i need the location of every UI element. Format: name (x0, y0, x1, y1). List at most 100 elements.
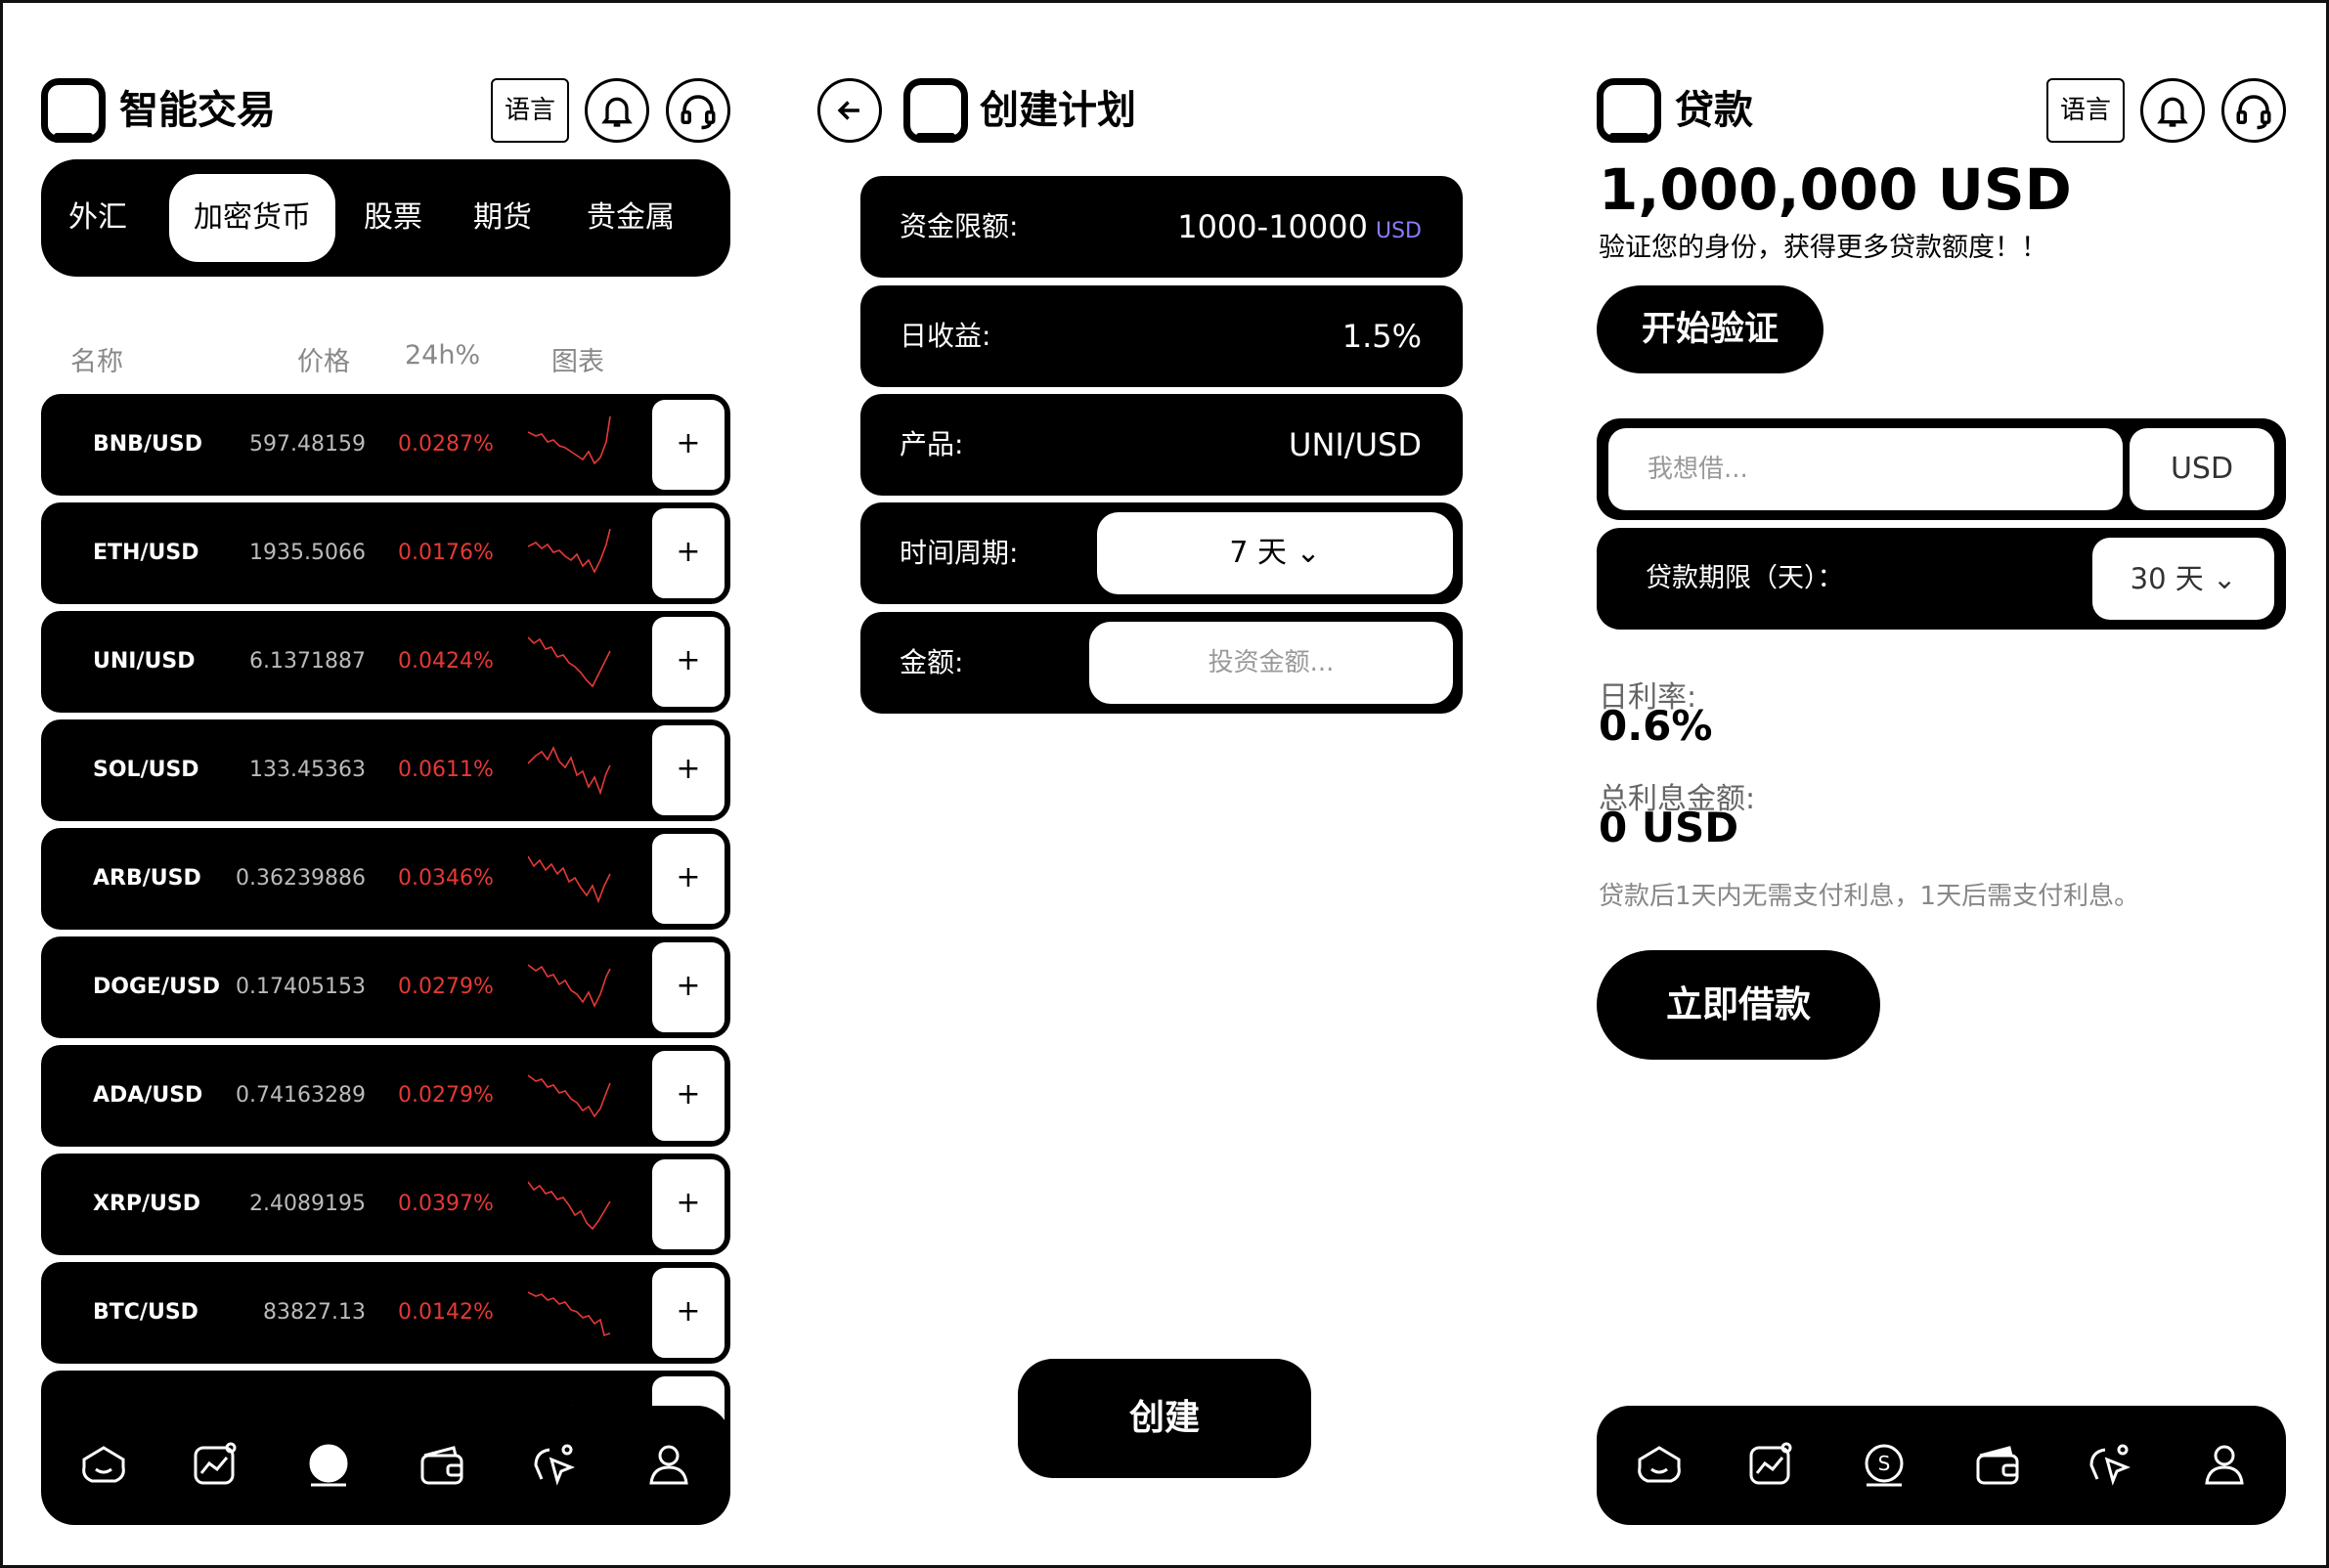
page-title: 贷款 (1675, 88, 1753, 133)
market-row[interactable]: ETH/USD 1935.5066 0.0176% + (41, 502, 730, 604)
period-select[interactable]: 7 天 ⌄ (1097, 512, 1453, 594)
tab-stocks[interactable]: 股票 (354, 174, 432, 262)
row-price: 2.4089195 (249, 1192, 366, 1216)
add-watchlist-button[interactable]: + (649, 722, 727, 818)
fund-limit-field: 资金限额: 1000-10000 USD (860, 176, 1463, 278)
row-change: 0.0279% (398, 1083, 494, 1108)
trading-header: 智能交易 语言 (41, 76, 730, 147)
add-watchlist-button[interactable]: + (649, 614, 727, 710)
market-row[interactable]: DOGE/USD 0.17405153 0.0279% + (41, 936, 730, 1038)
tab-forex[interactable]: 外汇 (59, 174, 137, 262)
create-button[interactable]: 创建 (1018, 1359, 1311, 1478)
headset-icon (681, 95, 716, 130)
row-symbol: ARB/USD (93, 866, 201, 891)
daily-return-label: 日收益: (900, 320, 991, 352)
invest-icon[interactable] (528, 1438, 583, 1493)
sparkline-chart (528, 1291, 611, 1337)
row-change: 0.0142% (398, 1300, 494, 1325)
row-change: 0.0611% (398, 758, 494, 782)
sparkline-chart (528, 1074, 611, 1118)
add-watchlist-button[interactable]: + (649, 1265, 727, 1361)
market-row[interactable]: XRP/USD 2.4089195 0.0397% + (41, 1154, 730, 1255)
row-price: 83827.13 (263, 1300, 366, 1325)
market-row[interactable]: BTC/USD 83827.13 0.0142% + (41, 1262, 730, 1364)
borrow-now-button[interactable]: 立即借款 (1597, 950, 1880, 1060)
app-logo (903, 78, 968, 143)
language-button[interactable]: 语言 (2046, 78, 2125, 143)
add-watchlist-button[interactable]: + (649, 831, 727, 927)
app-logo (1597, 78, 1661, 143)
row-change: 0.0346% (398, 866, 494, 891)
loan-term-select[interactable]: 30 天 ⌄ (2092, 538, 2274, 620)
svg-text:S: S (323, 1452, 335, 1475)
wallet-icon[interactable] (415, 1438, 469, 1493)
bell-icon (2157, 97, 2188, 127)
back-button[interactable] (817, 78, 882, 143)
loan-term-group: 贷款期限（天）： 30 天 ⌄ (1597, 528, 2286, 630)
add-watchlist-button[interactable]: + (649, 939, 727, 1035)
row-symbol: ADA/USD (93, 1083, 203, 1108)
sparkline-chart (528, 964, 611, 1008)
support-button[interactable] (2221, 78, 2286, 143)
bell-icon (601, 97, 633, 127)
market-row[interactable]: SOL/USD 133.45363 0.0611% + (41, 719, 730, 821)
amount-field: 金额: 投资金额... (860, 612, 1463, 714)
add-watchlist-button[interactable]: + (649, 397, 727, 493)
row-change: 0.0397% (398, 1192, 494, 1216)
tab-metals[interactable]: 贵金属 (577, 174, 684, 262)
user-icon[interactable] (641, 1438, 696, 1493)
tab-futures[interactable]: 期货 (463, 174, 542, 262)
plan-header: 创建计划 (817, 76, 1472, 147)
loan-header: 贷款 语言 (1597, 76, 2291, 147)
user-icon[interactable] (2197, 1438, 2252, 1493)
amount-input[interactable]: 投资金额... (1089, 622, 1453, 704)
chart-icon[interactable] (188, 1438, 242, 1493)
row-price: 0.74163289 (236, 1083, 366, 1108)
loan-amount-group: 我想借... USD (1597, 418, 2286, 520)
col-price: 价格 (297, 347, 350, 377)
daily-return-field: 日收益: 1.5% (860, 285, 1463, 387)
sparkline-chart (528, 528, 611, 574)
sparkline-chart (528, 415, 611, 465)
dollar-icon[interactable]: S (1857, 1438, 1912, 1493)
period-label: 时间周期: (900, 537, 1019, 569)
bottom-nav: S (1597, 1406, 2286, 1525)
row-symbol: UNI/USD (93, 649, 196, 674)
dollar-icon[interactable]: S (301, 1438, 356, 1493)
loan-amount-input[interactable]: 我想借... (1608, 428, 2123, 510)
interest-note: 贷款后1天内无需支付利息，1天后需支付利息。 (1599, 882, 2140, 911)
wallet-icon[interactable] (1970, 1438, 2025, 1493)
home-icon[interactable] (76, 1438, 131, 1493)
market-row[interactable]: UNI/USD 6.1371887 0.0424% + (41, 611, 730, 713)
market-row[interactable]: ADA/USD 0.74163289 0.0279% + (41, 1045, 730, 1147)
col-name: 名称 (70, 347, 123, 377)
tab-crypto[interactable]: 加密货币 (169, 174, 335, 262)
sparkline-chart (528, 855, 611, 904)
row-price: 0.36239886 (236, 866, 366, 891)
market-row[interactable]: BNB/USD 597.48159 0.0287% + (41, 394, 730, 496)
language-button[interactable]: 语言 (491, 78, 569, 143)
notification-button[interactable] (2140, 78, 2205, 143)
home-icon[interactable] (1632, 1438, 1687, 1493)
headset-icon (2236, 95, 2271, 130)
row-symbol: XRP/USD (93, 1192, 201, 1216)
sparkline-chart (528, 636, 611, 688)
notification-button[interactable] (585, 78, 649, 143)
market-row[interactable]: ARB/USD 0.36239886 0.0346% + (41, 828, 730, 930)
add-watchlist-button[interactable]: + (649, 505, 727, 601)
add-watchlist-button[interactable]: + (649, 1156, 727, 1252)
create-plan-panel: 创建计划 资金限额: 1000-10000 USD 日收益: 1.5% 产品: U… (817, 0, 1472, 1568)
row-price: 133.45363 (249, 758, 366, 782)
invest-icon[interactable] (2084, 1438, 2138, 1493)
row-price: 6.1371887 (249, 649, 366, 674)
daily-return-value: 1.5% (1341, 318, 1422, 355)
row-price: 1935.5066 (249, 541, 366, 565)
row-symbol: DOGE/USD (93, 975, 221, 999)
row-price: 0.17405153 (236, 975, 366, 999)
support-button[interactable] (666, 78, 730, 143)
chart-icon[interactable] (1743, 1438, 1798, 1493)
start-verify-button[interactable]: 开始验证 (1597, 285, 1824, 373)
add-watchlist-button[interactable]: + (649, 1048, 727, 1144)
col-change: 24h% (405, 340, 481, 370)
verify-message: 验证您的身份，获得更多贷款额度！！ (1599, 233, 2047, 263)
